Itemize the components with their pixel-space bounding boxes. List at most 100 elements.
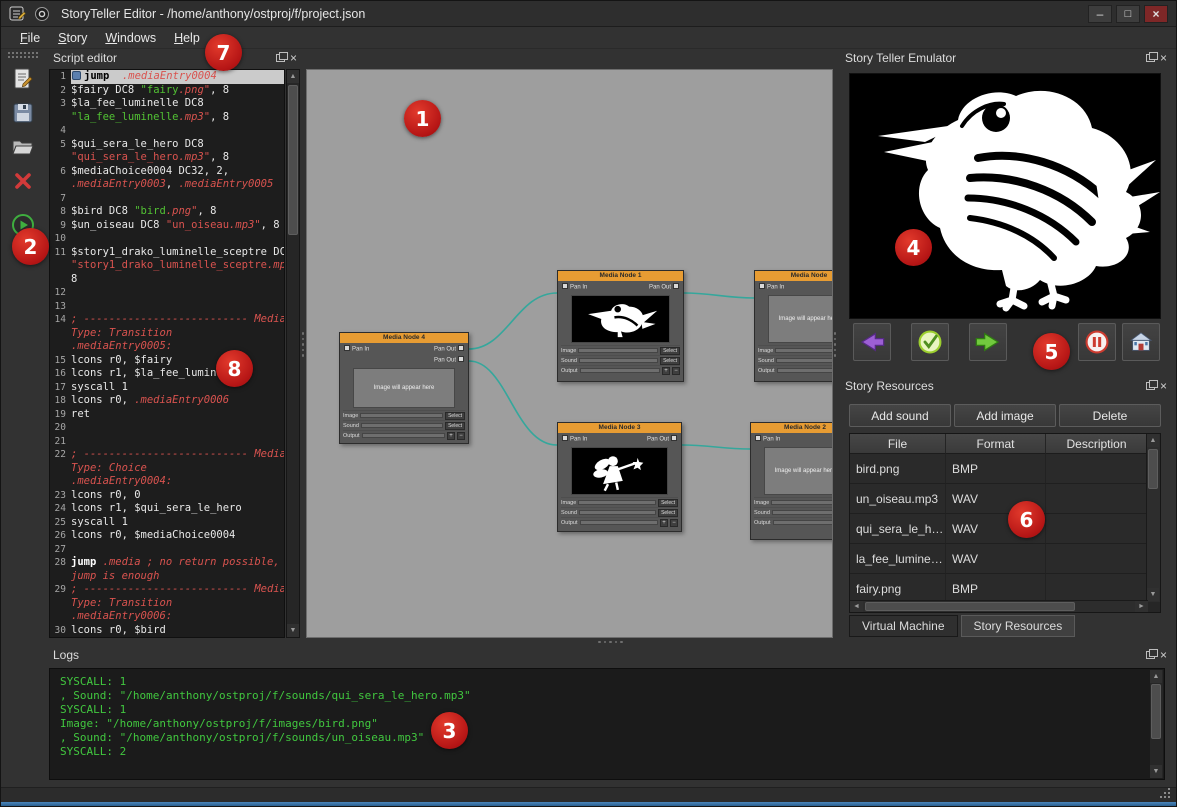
- column-header[interactable]: Format: [946, 434, 1046, 454]
- close-project-button[interactable]: [6, 167, 40, 197]
- code-line[interactable]: 26lcons r0, $mediaChoice0004: [50, 529, 284, 543]
- code-line[interactable]: 8: [50, 273, 284, 287]
- float-panel-icon[interactable]: [1146, 382, 1155, 390]
- select-button[interactable]: Select: [658, 509, 678, 517]
- code-line[interactable]: 23lcons r0, 0: [50, 489, 284, 503]
- code-line[interactable]: .mediaEntry0004:: [50, 475, 284, 489]
- node-title[interactable]: Media Node 2: [751, 423, 833, 433]
- scroll-left-icon[interactable]: ◄: [850, 601, 863, 612]
- scrollbar-thumb[interactable]: [1148, 449, 1158, 489]
- remove-output-icon[interactable]: −: [672, 367, 680, 375]
- code-line[interactable]: "qui_sera_le_hero.mp3", 8: [50, 151, 284, 165]
- node-port-in[interactable]: Pan In: [560, 435, 587, 443]
- code-line[interactable]: 13: [50, 300, 284, 314]
- scroll-right-icon[interactable]: ►: [1135, 601, 1148, 612]
- titlebar[interactable]: StoryTeller Editor - /home/anthony/ostpr…: [1, 1, 1176, 27]
- logs-scrollbar[interactable]: ▲ ▼: [1150, 670, 1163, 778]
- node-title[interactable]: Media Node 4: [340, 333, 468, 343]
- select-button[interactable]: Select: [445, 422, 465, 430]
- delete-button[interactable]: Delete: [1059, 404, 1161, 427]
- column-header[interactable]: Description: [1046, 434, 1148, 454]
- remove-output-icon[interactable]: −: [457, 432, 465, 440]
- toolbar-drag-handle[interactable]: [7, 51, 39, 59]
- tab-virtual-machine[interactable]: Virtual Machine: [849, 615, 958, 637]
- code-line[interactable]: 2$fairy DC8 "fairy.png", 8: [50, 84, 284, 98]
- node-sound-row[interactable]: Sound: [758, 355, 833, 365]
- node-image-row[interactable]: Image: [754, 497, 833, 507]
- code-line[interactable]: "story1_drako_luminelle_sceptre.mp3",: [50, 259, 284, 273]
- splitter-handle[interactable]: [598, 640, 623, 644]
- node-port-out[interactable]: Pan Out: [434, 345, 466, 353]
- tab-story-resources[interactable]: Story Resources: [961, 615, 1076, 637]
- code-line[interactable]: 25syscall 1: [50, 516, 284, 530]
- resource-row[interactable]: qui_sera_le_h…WAV: [850, 514, 1160, 544]
- node-output-row[interactable]: Output+−: [561, 517, 678, 527]
- splitter-handle[interactable]: [301, 332, 305, 357]
- code-line[interactable]: 30lcons r0, $bird: [50, 624, 284, 638]
- node-title[interactable]: Media Node 1: [558, 271, 683, 281]
- add-image-button[interactable]: Add image: [954, 404, 1056, 427]
- add-output-icon[interactable]: +: [447, 432, 455, 440]
- menu-file[interactable]: File: [11, 29, 49, 47]
- scroll-down-icon[interactable]: ▼: [1147, 588, 1159, 601]
- table-horizontal-scrollbar[interactable]: ◄ ►: [850, 600, 1148, 612]
- scrollbar-thumb[interactable]: [288, 85, 298, 235]
- code-line[interactable]: Type: Transition: [50, 327, 284, 341]
- code-line[interactable]: .mediaEntry0005:: [50, 340, 284, 354]
- close-panel-icon[interactable]: [1160, 381, 1167, 391]
- select-button[interactable]: Select: [445, 412, 465, 420]
- code-line[interactable]: 19ret: [50, 408, 284, 422]
- node-output-row[interactable]: Output: [754, 517, 833, 527]
- node-output-row[interactable]: Output+−: [343, 430, 465, 440]
- code-line[interactable]: jump is enough: [50, 570, 284, 584]
- emulator-home-button[interactable]: [1122, 323, 1160, 361]
- node-sound-row[interactable]: SoundSelect: [343, 420, 465, 430]
- node-port-in[interactable]: Pan In: [753, 435, 780, 443]
- code-line[interactable]: 17syscall 1: [50, 381, 284, 395]
- maximize-button[interactable]: [1116, 5, 1140, 23]
- emulator-ok-button[interactable]: [911, 323, 949, 361]
- code-line[interactable]: 21: [50, 435, 284, 449]
- table-vertical-scrollbar[interactable]: ▲ ▼: [1146, 434, 1160, 602]
- code-line[interactable]: 20: [50, 421, 284, 435]
- scroll-down-icon[interactable]: ▼: [287, 624, 299, 637]
- node-title[interactable]: Media Node 3: [558, 423, 681, 433]
- close-button[interactable]: [1144, 5, 1168, 23]
- code-line[interactable]: 3$la_fee_luminelle DC8: [50, 97, 284, 111]
- scrollbar-thumb[interactable]: [1151, 684, 1161, 739]
- scroll-up-icon[interactable]: ▲: [1150, 670, 1162, 683]
- float-panel-icon[interactable]: [1146, 651, 1155, 659]
- editor-scrollbar[interactable]: ▲ ▼: [286, 69, 300, 638]
- node-sound-row[interactable]: Sound: [754, 507, 833, 517]
- code-line[interactable]: Type: Choice: [50, 462, 284, 476]
- scroll-up-icon[interactable]: ▲: [287, 70, 299, 83]
- code-line[interactable]: 4: [50, 124, 284, 138]
- node-output-row[interactable]: Output+−: [561, 365, 680, 375]
- scrollbar-thumb[interactable]: [865, 602, 1075, 611]
- open-button[interactable]: [6, 133, 40, 163]
- media-node-1[interactable]: Media Node 1 Pan In Pan Out ImageSelect …: [557, 270, 684, 382]
- code-line[interactable]: 11$story1_drako_luminelle_sceptre DC8: [50, 246, 284, 260]
- resource-row[interactable]: un_oiseau.mp3WAV: [850, 484, 1160, 514]
- code-line[interactable]: 18lcons r0, .mediaEntry0006: [50, 394, 284, 408]
- code-line[interactable]: .mediaEntry0003, .mediaEntry0005: [50, 178, 284, 192]
- node-graph-canvas[interactable]: Media Node 4 Pan In Pan Out Pan Out Imag…: [306, 69, 833, 638]
- code-line[interactable]: 14; -------------------------- Media nod…: [50, 313, 284, 327]
- code-line[interactable]: 12: [50, 286, 284, 300]
- scroll-down-icon[interactable]: ▼: [1150, 765, 1162, 778]
- float-panel-icon[interactable]: [276, 54, 285, 62]
- code-line[interactable]: 29; -------------------------- Media nod…: [50, 583, 284, 597]
- close-panel-icon[interactable]: [1160, 53, 1167, 63]
- node-port-in[interactable]: Pan In: [560, 283, 587, 291]
- node-image-row[interactable]: ImageSelect: [561, 497, 678, 507]
- code-line[interactable]: 22; -------------------------- Media nod…: [50, 448, 284, 462]
- resource-row[interactable]: fairy.pngBMP: [850, 574, 1160, 602]
- code-line[interactable]: 5$qui_sera_le_hero DC8: [50, 138, 284, 152]
- code-line[interactable]: 31lcons r1, $un_oiseau: [50, 637, 284, 638]
- remove-output-icon[interactable]: −: [670, 519, 678, 527]
- code-editor[interactable]: 1jump .mediaEntry00042$fairy DC8 "fairy.…: [49, 69, 285, 638]
- media-node-2[interactable]: Media Node 2 Pan In Image will appear he…: [750, 422, 833, 540]
- code-line[interactable]: 9$un_oiseau DC8 "un_oiseau.mp3", 8: [50, 219, 284, 233]
- code-line[interactable]: 24lcons r1, $qui_sera_le_hero: [50, 502, 284, 516]
- log-output[interactable]: SYSCALL: 1, Sound: "/home/anthony/ostpro…: [49, 668, 1165, 780]
